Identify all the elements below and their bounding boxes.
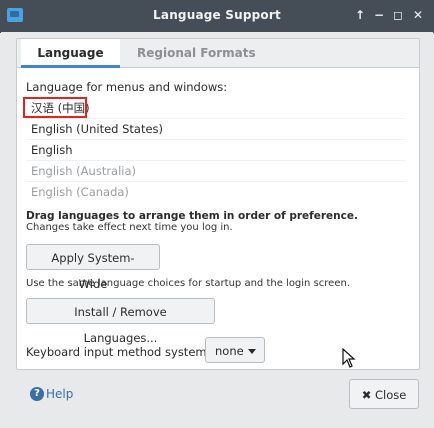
- close-button[interactable]: ✖ Close: [349, 379, 419, 409]
- language-item-zh-cn[interactable]: 汉语 (中国): [23, 97, 406, 118]
- maximize-button[interactable]: ◻: [389, 6, 407, 24]
- language-list[interactable]: 汉语 (中国) English (United States) English …: [23, 97, 406, 202]
- keyboard-input-value: none: [215, 344, 244, 358]
- title-bar: Language Support ↑ − ◻ ✕: [0, 0, 434, 33]
- chevron-down-icon: [248, 349, 256, 354]
- highlight-box: [23, 97, 87, 118]
- language-item-en-au[interactable]: English (Australia): [26, 160, 406, 181]
- language-item-label: English (Canada): [31, 185, 129, 199]
- language-item-en-ca[interactable]: English (Canada): [26, 181, 406, 202]
- keyboard-input-select[interactable]: none: [205, 337, 265, 363]
- language-item-label: English: [31, 143, 73, 157]
- help-link[interactable]: Help: [46, 387, 73, 401]
- language-section-label: Language for menus and windows:: [26, 80, 228, 94]
- keyboard-input-label: Keyboard input method system:: [26, 345, 211, 359]
- language-item-label: English (Australia): [31, 164, 137, 178]
- minimize-button[interactable]: −: [370, 6, 388, 24]
- keep-above-button[interactable]: ↑: [351, 6, 369, 24]
- notebook: Language Regional Formats Language for m…: [16, 38, 420, 370]
- help-icon[interactable]: ?: [30, 387, 44, 401]
- install-remove-languages-button[interactable]: Install / Remove Languages...: [26, 298, 215, 345]
- tab-regional-formats[interactable]: Regional Formats: [125, 39, 268, 67]
- language-item-en[interactable]: English: [26, 139, 406, 160]
- drag-hint: Drag languages to arrange them in order …: [26, 210, 358, 222]
- close-window-button[interactable]: ✕: [409, 6, 427, 24]
- mouse-pointer-icon: [342, 348, 356, 368]
- close-button-label: Close: [374, 388, 407, 402]
- apply-note: Use the same language choices for startu…: [26, 278, 350, 289]
- language-item-en-us[interactable]: English (United States): [26, 118, 406, 139]
- effect-hint: Changes take effect next time you log in…: [26, 222, 233, 233]
- close-icon: ✖: [361, 388, 372, 402]
- language-item-label: English (United States): [31, 122, 164, 136]
- apply-system-wide-button[interactable]: Apply System-Wide: [26, 244, 160, 291]
- tab-bar: Language Regional Formats: [17, 39, 419, 68]
- tab-language[interactable]: Language: [21, 39, 120, 68]
